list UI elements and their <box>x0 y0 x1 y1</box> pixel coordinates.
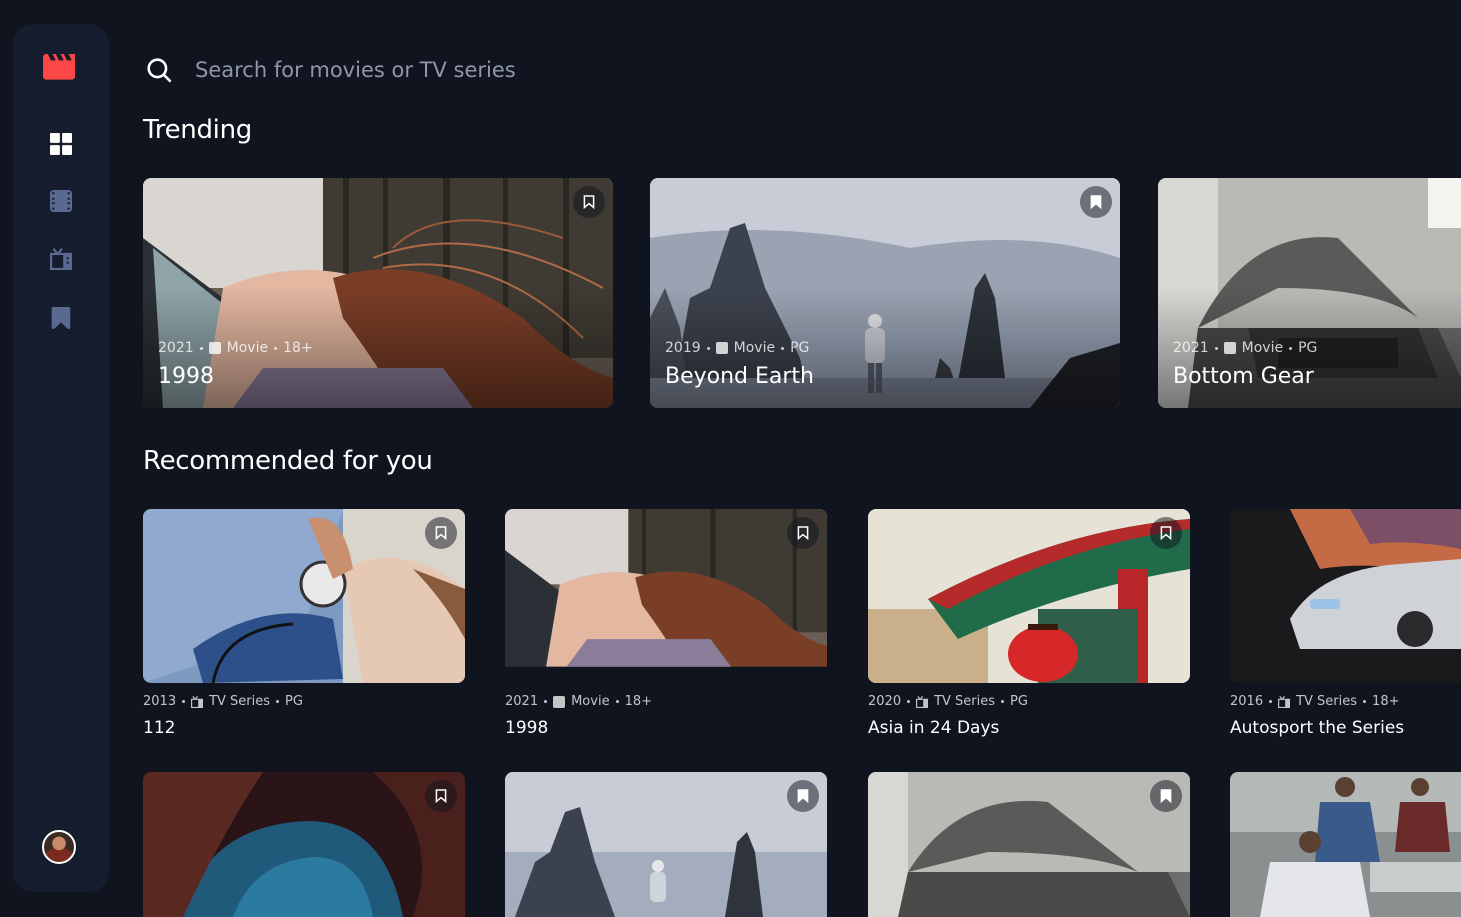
grid-icon[interactable] <box>50 133 72 155</box>
rating: 18+ <box>283 340 313 356</box>
thumbnail-image <box>1230 509 1461 683</box>
title: Beyond Earth <box>665 364 815 389</box>
recommended-card[interactable]: 2020 TV Series PG Asia in 24 Days <box>868 509 1190 738</box>
tv-icon[interactable] <box>50 248 72 270</box>
sidebar <box>13 24 109 892</box>
film-icon <box>1223 342 1236 354</box>
category: Movie <box>1241 340 1284 356</box>
bookmark-filled-icon <box>1090 195 1102 209</box>
rating: 18+ <box>1372 694 1400 709</box>
trending-heading: Trending <box>143 115 252 145</box>
bookmark-button[interactable] <box>787 780 819 812</box>
thumbnail-image <box>143 772 465 917</box>
category: Movie <box>733 340 776 356</box>
recommended-card[interactable] <box>505 772 827 917</box>
bookmark-button[interactable] <box>1150 780 1182 812</box>
recommended-card[interactable] <box>143 772 465 917</box>
recommended-heading: Recommended for you <box>143 446 433 476</box>
title: Asia in 24 Days <box>868 718 1000 738</box>
title: 112 <box>143 718 176 738</box>
bookmark-empty-icon <box>435 526 447 540</box>
bookmark-button[interactable] <box>573 186 605 218</box>
bookmark-button[interactable] <box>1150 517 1182 549</box>
recommended-card[interactable] <box>868 772 1190 917</box>
thumbnail-image <box>868 509 1190 683</box>
recommended-card[interactable]: 2016 TV Series 18+ Autosport the Series <box>1230 509 1461 738</box>
bookmark-empty-icon <box>1160 526 1172 540</box>
bookmark-filled-icon <box>1160 789 1172 803</box>
thumbnail-image <box>1230 772 1461 917</box>
recommended-card[interactable]: 2013 TV Series PG 112 <box>143 509 465 738</box>
year: 2021 <box>505 694 539 709</box>
recommended-card[interactable] <box>1230 772 1461 917</box>
title: 1998 <box>505 718 549 738</box>
rating: PG <box>790 340 810 356</box>
year: 2016 <box>1230 694 1264 709</box>
bookmark-empty-icon <box>435 789 447 803</box>
bookmark-icon[interactable] <box>50 307 72 329</box>
year: 2013 <box>143 694 177 709</box>
trending-card[interactable]: 2021 Movie PG Bottom Gear <box>1158 178 1461 408</box>
title: 1998 <box>158 364 214 389</box>
year: 2021 <box>1173 340 1209 356</box>
tv-icon <box>916 695 929 708</box>
category: TV Series <box>209 694 271 709</box>
tv-icon <box>191 695 204 708</box>
bookmark-filled-icon <box>797 789 809 803</box>
bookmark-empty-icon <box>583 195 595 209</box>
bookmark-button[interactable] <box>787 517 819 549</box>
film-icon <box>715 342 728 354</box>
category: TV Series <box>934 694 996 709</box>
category: Movie <box>226 340 269 356</box>
film-icon[interactable] <box>50 190 72 212</box>
thumbnail-image <box>143 509 465 683</box>
year: 2021 <box>158 340 194 356</box>
thumbnail-image <box>868 772 1190 917</box>
recommended-card[interactable]: 2021 Movie 18+ 1998 <box>505 509 827 738</box>
year: 2020 <box>868 694 902 709</box>
rating: PG <box>1010 694 1028 709</box>
app-logo-icon[interactable] <box>43 54 75 80</box>
category: TV Series <box>1296 694 1358 709</box>
tv-icon <box>1278 695 1291 708</box>
category: Movie <box>571 694 610 709</box>
thumbnail-image <box>505 509 827 667</box>
thumbnail-image <box>505 772 827 917</box>
bookmark-button[interactable] <box>1080 186 1112 218</box>
rating: 18+ <box>624 694 653 709</box>
bookmark-button[interactable] <box>425 780 457 812</box>
year: 2019 <box>665 340 701 356</box>
film-icon <box>553 695 566 708</box>
trending-card[interactable]: 2021 Movie 18+ 1998 <box>143 178 613 408</box>
rating: PG <box>1298 340 1318 356</box>
title: Autosport the Series <box>1230 718 1405 738</box>
bookmark-button[interactable] <box>425 517 457 549</box>
trending-card[interactable]: 2019 Movie PG Beyond Earth <box>650 178 1120 408</box>
bookmark-empty-icon <box>797 526 809 540</box>
film-icon <box>208 342 221 354</box>
user-avatar[interactable] <box>42 830 76 864</box>
title: Bottom Gear <box>1173 364 1314 389</box>
rating: PG <box>285 694 303 709</box>
search-input[interactable] <box>195 52 795 88</box>
search-icon <box>147 58 172 83</box>
